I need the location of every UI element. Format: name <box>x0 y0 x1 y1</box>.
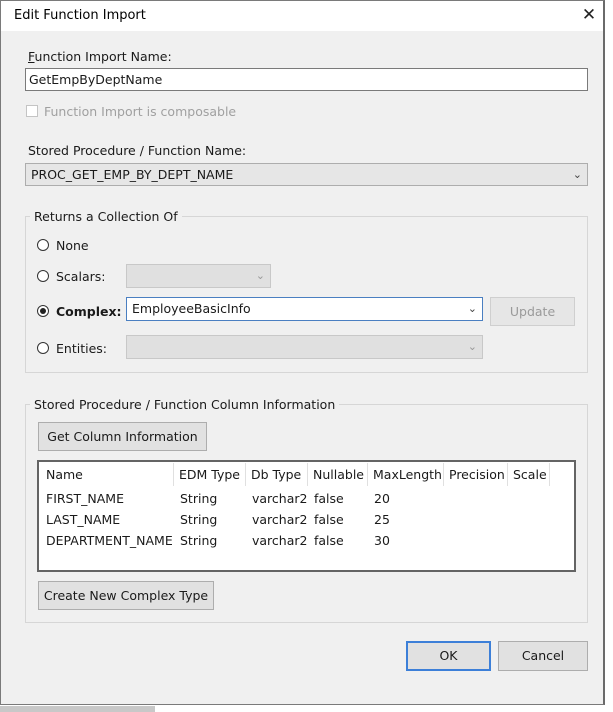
row1-name[interactable]: FIRST_NAME <box>46 491 124 506</box>
chevron-down-icon: ⌄ <box>467 302 477 315</box>
stored-procedure-value: PROC_GET_EMP_BY_DEPT_NAME <box>31 167 234 182</box>
row2-maxlength[interactable]: 25 <box>374 512 390 527</box>
entities-dropdown[interactable]: ⌄ <box>126 335 483 359</box>
window-title: Edit Function Import <box>14 8 146 23</box>
stored-procedure-label: Stored Procedure / Function Name: <box>28 143 247 158</box>
ok-button[interactable]: OK <box>406 641 491 671</box>
header-edm-type[interactable]: EDM Type <box>174 463 246 486</box>
row2-edm-type[interactable]: String <box>180 512 217 527</box>
row3-db-type[interactable]: varchar2 <box>252 533 307 548</box>
header-nullable[interactable]: Nullable <box>308 463 368 486</box>
radio-complex-label: Complex: <box>56 304 122 319</box>
composable-label: Function Import is composable <box>44 104 237 119</box>
row2-db-type[interactable]: varchar2 <box>252 512 307 527</box>
composable-checkbox[interactable] <box>26 105 38 117</box>
chevron-down-icon: ⌄ <box>572 168 582 181</box>
row1-edm-type[interactable]: String <box>180 491 217 506</box>
header-db-type[interactable]: Db Type <box>246 463 308 486</box>
function-import-name-input[interactable]: GetEmpByDeptName <box>25 68 588 91</box>
radio-entities[interactable] <box>37 342 49 354</box>
radio-none-label: None <box>56 238 89 253</box>
row3-nullable[interactable]: false <box>314 533 344 548</box>
stored-procedure-dropdown[interactable]: PROC_GET_EMP_BY_DEPT_NAME ⌄ <box>25 163 588 186</box>
row3-maxlength[interactable]: 30 <box>374 533 390 548</box>
function-import-name-label-rest: unction Import Name: <box>34 49 172 64</box>
header-precision[interactable]: Precision <box>444 463 508 486</box>
background-scrollbar <box>0 706 155 712</box>
radio-scalars[interactable] <box>37 270 49 282</box>
close-icon[interactable]: ✕ <box>578 4 600 26</box>
complex-dropdown[interactable]: EmployeeBasicInfo ⌄ <box>126 297 483 321</box>
get-column-info-button[interactable]: Get Column Information <box>38 422 207 451</box>
header-scale[interactable]: Scale <box>508 463 550 486</box>
complex-value: EmployeeBasicInfo <box>132 301 251 316</box>
row3-edm-type[interactable]: String <box>180 533 217 548</box>
column-info-group-title: Stored Procedure / Function Column Infor… <box>30 397 340 412</box>
radio-complex[interactable] <box>37 305 49 317</box>
row1-db-type[interactable]: varchar2 <box>252 491 307 506</box>
function-import-name-label: Function Import Name: <box>28 49 172 64</box>
update-button[interactable]: Update <box>490 297 575 326</box>
cancel-button[interactable]: Cancel <box>498 641 588 671</box>
scalars-dropdown[interactable]: ⌄ <box>126 264 271 288</box>
radio-none[interactable] <box>37 239 49 251</box>
row1-maxlength[interactable]: 20 <box>374 491 390 506</box>
header-name[interactable]: Name <box>41 463 174 486</box>
row2-nullable[interactable]: false <box>314 512 344 527</box>
row3-name[interactable]: DEPARTMENT_NAME <box>46 533 173 548</box>
create-complex-type-button[interactable]: Create New Complex Type <box>38 581 214 610</box>
radio-scalars-label: Scalars: <box>56 269 106 284</box>
chevron-down-icon: ⌄ <box>467 340 477 353</box>
row1-nullable[interactable]: false <box>314 491 344 506</box>
row2-name[interactable]: LAST_NAME <box>46 512 120 527</box>
returns-group-title: Returns a Collection Of <box>30 209 182 224</box>
radio-entities-label: Entities: <box>56 341 107 356</box>
chevron-down-icon: ⌄ <box>255 269 265 282</box>
header-maxlength[interactable]: MaxLength <box>368 463 444 486</box>
